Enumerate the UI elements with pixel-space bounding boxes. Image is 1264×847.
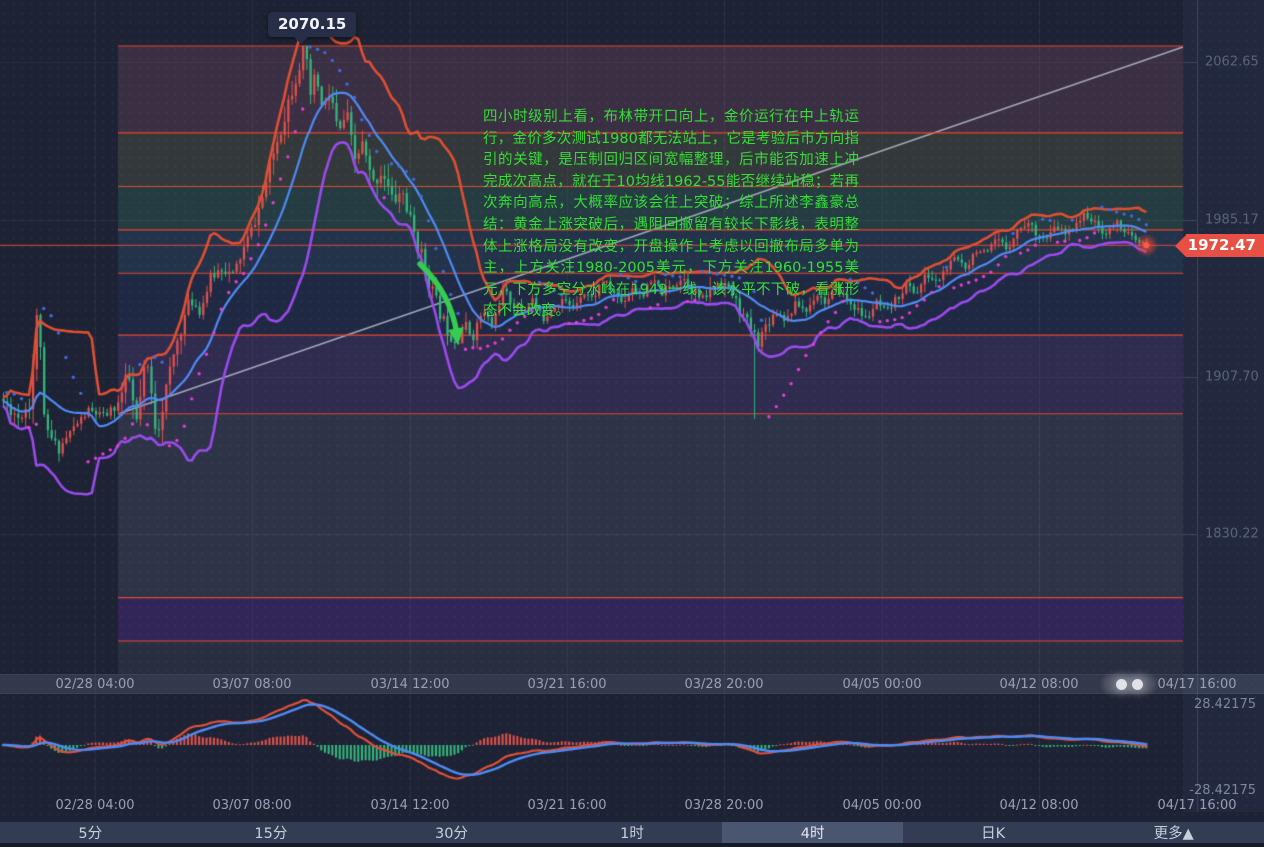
time-axis-label: 03/28 20:00 <box>684 677 763 692</box>
time-axis-label: 04/12 08:00 <box>999 677 1078 692</box>
time-axis-label: 03/21 16:00 <box>527 798 606 813</box>
price-axis-label: 1830.22 <box>1205 527 1259 542</box>
time-axis-label: 03/07 08:00 <box>212 677 291 692</box>
timeframe-tab-6[interactable]: 日K <box>903 822 1084 843</box>
timeframe-tab-4[interactable]: 1时 <box>542 822 723 843</box>
trading-chart-window: 0(2070.63)0.236(2027.89)0.382(2001.44)0.… <box>0 0 1264 847</box>
time-axis-label: 04/17 16:00 <box>1157 677 1236 692</box>
bottom-edge-strip <box>0 843 1264 847</box>
time-axis-label: 03/14 12:00 <box>370 677 449 692</box>
price-axis-label: 1907.70 <box>1205 369 1259 384</box>
timeframe-tab-3[interactable]: 30分 <box>361 822 542 843</box>
time-axis-label: 02/28 04:00 <box>55 677 134 692</box>
time-axis-label: 04/12 08:00 <box>999 798 1078 813</box>
time-axis-label: 04/05 00:00 <box>842 798 921 813</box>
macd-max-label: 28.42175 <box>1194 697 1256 712</box>
high-price-tooltip: 2070.15 <box>268 12 356 37</box>
timeframe-tab-2[interactable]: 15分 <box>181 822 362 843</box>
time-axis-label: 02/28 04:00 <box>55 798 134 813</box>
time-axis-label: 04/17 16:00 <box>1157 798 1236 813</box>
time-axis-label: 04/05 00:00 <box>842 677 921 692</box>
timeframe-tab-bar: 5分15分30分1时4时日K更多▲ <box>0 822 1264 843</box>
timeframe-tab-1[interactable]: 5分 <box>0 822 181 843</box>
current-price-value: 1972.47 <box>1186 234 1264 257</box>
dots-glow <box>1102 674 1156 694</box>
analyst-annotation-text: 四小时级别上看，布林带开口向上，金价运行在中上轨运行，金价多次测试1980都无法… <box>483 107 859 323</box>
time-axis-label: 03/28 20:00 <box>684 798 763 813</box>
price-tag-arrow-icon <box>1175 235 1186 257</box>
timeframe-tab-5[interactable]: 4时 <box>722 822 903 843</box>
price-axis-label: 1985.17 <box>1205 212 1259 227</box>
scroll-position-dots[interactable] <box>1106 674 1152 694</box>
current-price-tag: 1972.47 <box>1175 234 1264 257</box>
time-axis-label: 03/21 16:00 <box>527 677 606 692</box>
time-axis-label: 03/14 12:00 <box>370 798 449 813</box>
price-axis-label: 2062.65 <box>1205 55 1259 70</box>
time-axis-label: 03/07 08:00 <box>212 798 291 813</box>
timeframe-tab-7[interactable]: 更多▲ <box>1083 822 1264 843</box>
macd-min-label: -28.42175 <box>1189 783 1256 798</box>
